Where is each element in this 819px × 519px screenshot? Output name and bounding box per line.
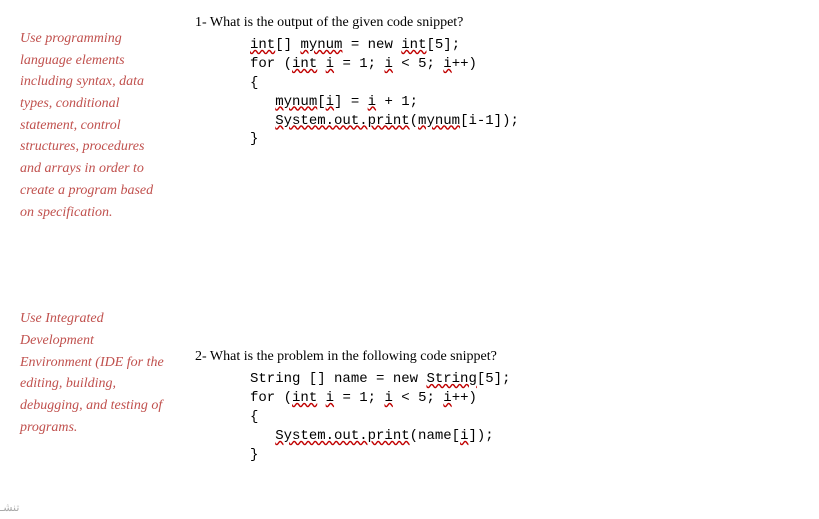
sidebar: Use programming language elements includ… [20, 10, 175, 495]
code-token: ]); [468, 428, 493, 444]
code-token: = 1; [334, 390, 384, 406]
question-2-title: 2- What is the problem in the following … [195, 349, 799, 365]
code-token: int [401, 37, 426, 53]
code-token: [] [275, 37, 300, 53]
code-token: int [250, 37, 275, 53]
code-token: [5]; [426, 37, 460, 53]
code-token: System.out.print [275, 428, 409, 444]
code-token: System.out.print [275, 113, 409, 129]
code-token: i [443, 390, 451, 406]
outcome-block-2: Use Integrated Development Environment (… [20, 308, 165, 438]
code-token: i [326, 56, 334, 72]
code-token: int [292, 56, 317, 72]
code-token: mynum [275, 94, 317, 110]
code-token: i [384, 390, 392, 406]
code-token: String [] name = new [250, 371, 426, 387]
code-token: + 1; [376, 94, 418, 110]
code-token: i [384, 56, 392, 72]
code-token: { [250, 409, 258, 425]
code-token: ++) [452, 390, 477, 406]
code-token: String [426, 371, 476, 387]
code-block-2: String [] name = new String[5]; for (int… [250, 370, 799, 464]
outcome-block-1: Use programming language elements includ… [20, 28, 165, 223]
question-1-title: 1- What is the output of the given code … [195, 15, 799, 31]
code-token: [i-1]); [460, 113, 519, 129]
code-token: ] = [334, 94, 368, 110]
code-token [250, 113, 275, 129]
code-token: i [326, 390, 334, 406]
code-token: ++) [452, 56, 477, 72]
code-token: [5]; [477, 371, 511, 387]
code-block-1: int[] mynum = new int[5]; for (int i = 1… [250, 36, 799, 149]
code-token: i [443, 56, 451, 72]
code-token: = 1; [334, 56, 384, 72]
code-token: for ( [250, 56, 292, 72]
code-token: } [250, 131, 258, 147]
code-token: { [250, 75, 258, 91]
code-token: (name[ [410, 428, 460, 444]
code-token [250, 428, 275, 444]
code-token [317, 390, 325, 406]
main-content: 1- What is the output of the given code … [175, 10, 799, 495]
question-2: 2- What is the problem in the following … [195, 349, 799, 464]
code-token: [ [317, 94, 325, 110]
code-token: } [250, 447, 258, 463]
code-token: mynum [418, 113, 460, 129]
code-token: = new [342, 37, 401, 53]
bottom-marker: تنشـ [0, 501, 19, 514]
code-token: i [326, 94, 334, 110]
document-container: Use programming language elements includ… [0, 0, 819, 505]
code-token: mynum [300, 37, 342, 53]
code-token [317, 56, 325, 72]
code-token: ( [410, 113, 418, 129]
code-token: i [368, 94, 376, 110]
code-token: int [292, 390, 317, 406]
code-token: < 5; [393, 390, 443, 406]
question-1: 1- What is the output of the given code … [195, 15, 799, 149]
code-token: < 5; [393, 56, 443, 72]
code-token: for ( [250, 390, 292, 406]
code-token [250, 94, 275, 110]
